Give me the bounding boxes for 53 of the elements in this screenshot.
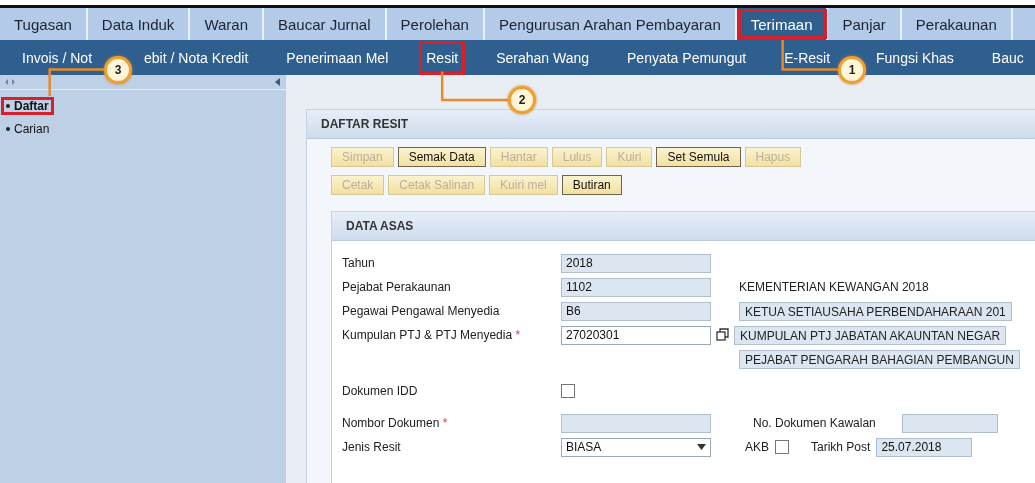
description-field: KUMPULAN PTJ JABATAN AKAUNTAN NEGAR xyxy=(734,325,1007,345)
callout-badge: 3 xyxy=(104,55,133,84)
required-mark: * xyxy=(515,328,521,342)
description-field: KETUA SETIAUSAHA PERBENDAHARAAN 201 xyxy=(739,301,1012,321)
field-label: Dokumen IDD xyxy=(342,384,418,398)
submenu-link[interactable]: Fungsi Khas xyxy=(872,43,958,72)
callout-badge: 1 xyxy=(838,55,867,84)
submenu-link[interactable]: Resit xyxy=(422,43,463,72)
menu-tab[interactable]: Terimaan xyxy=(736,8,829,40)
field-label: Tahun xyxy=(342,256,375,270)
field-label: Nombor Dokumen xyxy=(342,416,440,430)
field-label: Jenis Resit xyxy=(342,440,401,454)
submenu-link[interactable]: Bauc xyxy=(987,43,1028,72)
text-field[interactable]: 1102 xyxy=(561,277,711,297)
text-field[interactable]: 27020301 xyxy=(561,325,711,345)
action-button[interactable]: Butiran xyxy=(561,175,622,195)
submenu-link[interactable]: ebit / Nota Kredit xyxy=(140,43,253,72)
panel-title: DAFTAR RESIT xyxy=(307,110,1035,139)
text-field[interactable]: 2018 xyxy=(561,253,711,273)
submenu-link[interactable]: Penerimaan Mel xyxy=(282,43,393,72)
scroll-arrows-icon[interactable] xyxy=(4,78,16,86)
checkbox[interactable] xyxy=(561,384,575,398)
sidebar-item[interactable]: Carian xyxy=(0,119,56,139)
sidebar-item[interactable]: Daftar xyxy=(0,96,55,116)
leader-line xyxy=(440,71,508,102)
text-field[interactable] xyxy=(901,413,998,433)
text-field[interactable] xyxy=(561,413,711,433)
action-button[interactable]: Set Semula xyxy=(656,147,741,167)
description-text: KEMENTERIAN KEWANGAN 2018 xyxy=(739,280,929,294)
field-label: Pegawai Pengawal Menyedia xyxy=(342,304,500,318)
submenu-link[interactable]: E-Resit xyxy=(780,43,835,72)
submenu-link[interactable]: Invois / Not xyxy=(18,43,97,72)
leader-line xyxy=(48,68,105,96)
submenu-link[interactable]: Serahan Wang xyxy=(492,43,594,72)
description-field: PEJABAT PENGARAH BAHAGIAN PEMBANGUN xyxy=(739,349,1020,369)
text-field[interactable]: 25.07.2018 xyxy=(876,437,973,457)
submenu-link[interactable]: Penyata Pemungut xyxy=(623,43,751,72)
dropdown-field[interactable]: BIASA xyxy=(561,437,711,457)
section-title: DATA ASAS xyxy=(332,212,1035,241)
lookup-icon[interactable] xyxy=(716,328,730,342)
field-label: No. Dokumen Kawalan xyxy=(753,416,876,430)
collapse-icon[interactable] xyxy=(275,78,280,86)
leader-line xyxy=(781,40,839,71)
action-button[interactable]: Semak Data xyxy=(397,147,486,167)
field-label: Pejabat Perakaunan xyxy=(342,280,451,294)
checkbox[interactable] xyxy=(775,440,789,454)
callout-badge: 2 xyxy=(508,86,536,114)
field-label: Tarikh Post xyxy=(811,440,871,454)
caret-icon xyxy=(697,444,706,450)
field-label: Kumpulan PTJ & PTJ Menyedia xyxy=(342,328,513,342)
field-label: AKB xyxy=(745,440,769,454)
required-mark: * xyxy=(442,416,448,430)
text-field[interactable]: B6 xyxy=(561,301,711,321)
